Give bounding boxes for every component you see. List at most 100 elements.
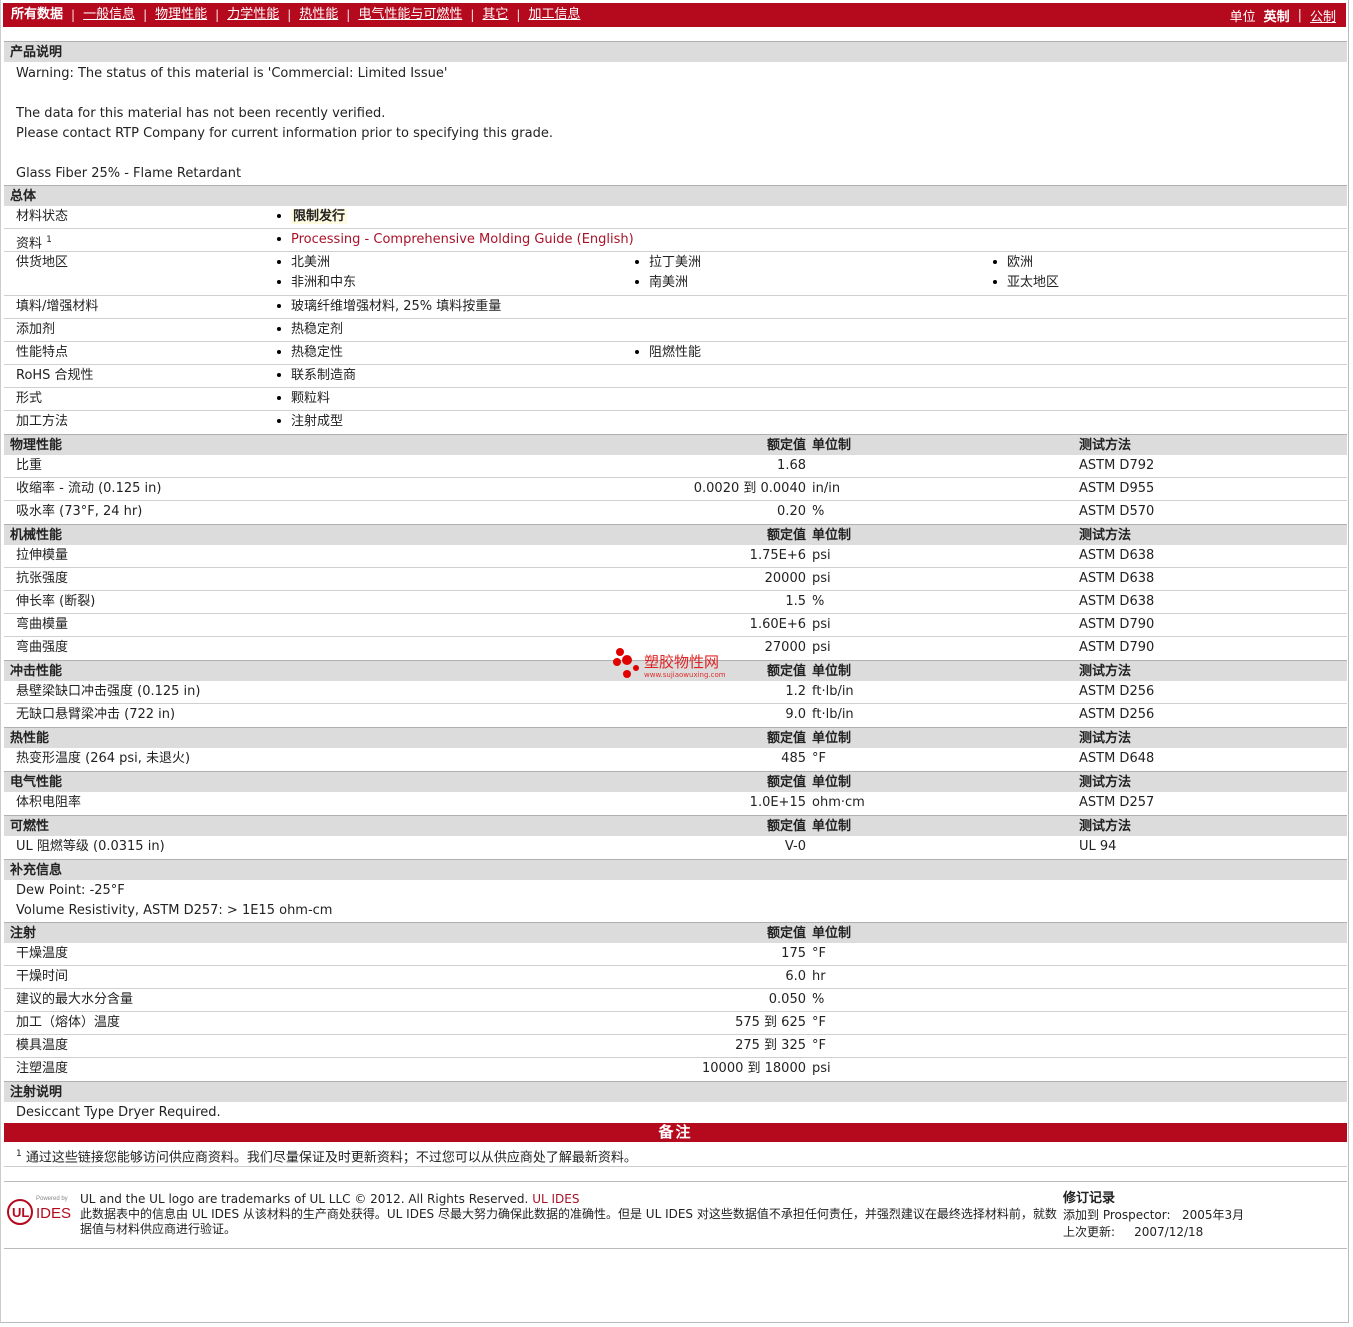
property-unit: °F [812, 946, 826, 961]
property-unit: °F [812, 751, 826, 766]
property-label: 无缺口悬臂梁冲击 (722 in) [16, 707, 176, 722]
property-value: 0.050 [768, 992, 806, 1007]
property-label: 收缩率 - 流动 (0.125 in) [16, 481, 162, 496]
nominal-header: 额定值 [766, 926, 806, 941]
property-value: 1.68 [777, 458, 806, 473]
tab-other[interactable]: 其它 [474, 3, 516, 27]
property-value: 485 [781, 751, 806, 766]
tab-mechanical[interactable]: 力学性能 [219, 3, 287, 27]
table-row: 悬壁梁缺口冲击强度 (0.125 in) 1.2 ft·lb/in ASTM D256 [4, 681, 1347, 704]
property-unit: ohm·cm [812, 795, 865, 810]
property-value: 1.0E+15 [749, 795, 806, 810]
region-item: 北美洲 [277, 252, 330, 274]
volume-resistivity-text: Volume Resistivity, ASTM D257: > 1E15 oh… [16, 903, 333, 918]
section-general: 总体 [4, 185, 1347, 206]
method-header: 测试方法 [1079, 528, 1132, 543]
property-unit: ft·lb/in [812, 684, 854, 699]
property-label: 吸水率 (73°F, 24 hr) [16, 504, 143, 519]
table-row: 热变形温度 (264 psi, 未退火) 485 °F ASTM D648 [4, 748, 1347, 771]
property-label: 加工（熔体）温度 [16, 1015, 121, 1030]
property-unit: psi [812, 640, 831, 655]
method-header: 测试方法 [1079, 438, 1132, 453]
test-method: ASTM D638 [1079, 594, 1155, 609]
verify-text-2: Please contact RTP Company for current i… [16, 126, 553, 141]
section-physical: 物理性能 额定值 单位制 测试方法 [4, 434, 1347, 455]
tab-electrical-flammability[interactable]: 电气性能与可燃性 [350, 3, 470, 27]
property-label: 伸长率 (断裂) [16, 594, 96, 609]
datasheet-content: 产品说明 Warning: The status of this materia… [4, 41, 1347, 1167]
tab-processing[interactable]: 加工信息 [520, 3, 588, 27]
section-flammability: 可燃性 额定值 单位制 测试方法 [4, 815, 1347, 836]
table-row: 抗张强度 20000 psi ASTM D638 [4, 568, 1347, 591]
table-row: 加工（熔体）温度 575 到 625 °F [4, 1012, 1347, 1035]
nominal-header: 额定值 [766, 438, 806, 453]
property-label: 弯曲模量 [16, 617, 69, 632]
property-label: 建议的最大水分含量 [16, 992, 134, 1007]
table-row: 收缩率 - 流动 (0.125 in) 0.0020 到 0.0040 in/in A… [4, 478, 1347, 501]
property-unit: % [812, 992, 825, 1007]
added-date: 2005年3月 [1181, 1208, 1245, 1222]
region-item: 南美洲 [635, 272, 688, 294]
tab-all-data[interactable]: 所有数据 [3, 3, 71, 27]
property-value: 575 到 625 [735, 1015, 806, 1030]
region-item: 亚太地区 [993, 272, 1059, 294]
method-header: 测试方法 [1079, 775, 1132, 790]
unit-english-button[interactable]: 英制 [1260, 6, 1294, 25]
tab-general[interactable]: 一般信息 [75, 3, 143, 27]
ul-ides-link[interactable]: UL IDES [532, 1192, 579, 1206]
ul-logo-icon: UL Powered by IDES [7, 1196, 71, 1225]
table-row: 吸水率 (73°F, 24 hr) 0.20% ASTM D570 [4, 501, 1347, 524]
svg-text:塑胶物性网: 塑胶物性网 [644, 653, 719, 671]
method-header: 测试方法 [1079, 819, 1132, 834]
section-supplemental: 补充信息 [4, 859, 1347, 880]
svg-text:IDES: IDES [36, 1205, 71, 1222]
table-row: 弯曲模量 1.60E+6 psi ASTM D790 [4, 614, 1347, 637]
units-label: 单位 [1229, 9, 1256, 25]
trademark-text: UL and the UL logo are trademarks of UL … [80, 1192, 529, 1206]
property-value: V-0 [784, 839, 806, 854]
test-method: ASTM D638 [1079, 571, 1155, 586]
table-row: 干燥温度 175 °F [4, 943, 1347, 966]
row-process-method: 加工方法 注射成型 [4, 411, 1347, 434]
section-product-description: 产品说明 [4, 41, 1347, 62]
row-supply-regions: 供货地区 北美洲 拉丁美洲 欧洲 非洲和中东 南美洲 亚太地区 [4, 252, 1347, 296]
row-material-status: 材料状态 限制发行 [4, 206, 1347, 229]
property-value: 1.75E+6 [749, 548, 806, 563]
property-label: 弯曲强度 [16, 640, 69, 655]
table-row: 无缺口悬臂梁冲击 (722 in) 9.0 ft·lb/in ASTM D256 [4, 704, 1347, 727]
molding-guide-link[interactable]: Processing - Comprehensive Molding Guide… [277, 229, 634, 251]
unit-header: 单位制 [812, 775, 852, 790]
property-unit: % [812, 594, 825, 609]
test-method: UL 94 [1079, 839, 1117, 854]
revision-history: 修订记录 添加到 Prospector: 2005年3月 上次更新: 2007/… [1063, 1191, 1245, 1239]
injection-table: 注射 额定值 单位制 干燥温度 175 °F 干燥时间 6.0 hr 建议的最大水分含量 0.050… [4, 922, 1347, 1081]
section-injection-notes: 注射说明 [4, 1081, 1347, 1102]
test-method: ASTM D790 [1079, 617, 1155, 632]
test-method: ASTM D792 [1079, 458, 1155, 473]
row-form: 形式 颗粒料 [4, 388, 1347, 411]
section-thermal: 热性能 额定值 单位制 测试方法 [4, 727, 1347, 748]
ul-ides-logo: UL Powered by IDES [6, 1192, 72, 1229]
nominal-header: 额定值 [766, 775, 806, 790]
notes-title-bar: 备注 [4, 1123, 1347, 1142]
tab-thermal[interactable]: 热性能 [291, 3, 346, 27]
unit-metric-link[interactable]: 公制 [1306, 6, 1340, 25]
test-method: ASTM D790 [1079, 640, 1155, 655]
region-item: 非洲和中东 [277, 272, 356, 294]
section-mechanical: 机械性能 额定值 单位制 测试方法 [4, 524, 1347, 545]
test-method: ASTM D648 [1079, 751, 1155, 766]
product-desc: Glass Fiber 25% - Flame Retardant [16, 166, 242, 181]
tab-physical[interactable]: 物理性能 [147, 3, 215, 27]
section-title: 物理性能 [10, 438, 63, 453]
watermark: 塑胶物性网 www.sujiaowuxing.com [612, 646, 742, 683]
test-method: ASTM D955 [1079, 481, 1155, 496]
property-label: 干燥时间 [16, 969, 69, 984]
row-additive: 添加剂 热稳定剂 [4, 319, 1347, 342]
test-method: ASTM D256 [1079, 707, 1155, 722]
property-value: 1.5 [785, 594, 806, 609]
property-unit: °F [812, 1038, 826, 1053]
table-row: 体积电阻率 1.0E+15 ohm·cm ASTM D257 [4, 792, 1347, 815]
test-method: ASTM D570 [1079, 504, 1155, 519]
property-unit: psi [812, 548, 831, 563]
footer: UL Powered by IDES UL and the UL logo ar… [4, 1181, 1347, 1249]
